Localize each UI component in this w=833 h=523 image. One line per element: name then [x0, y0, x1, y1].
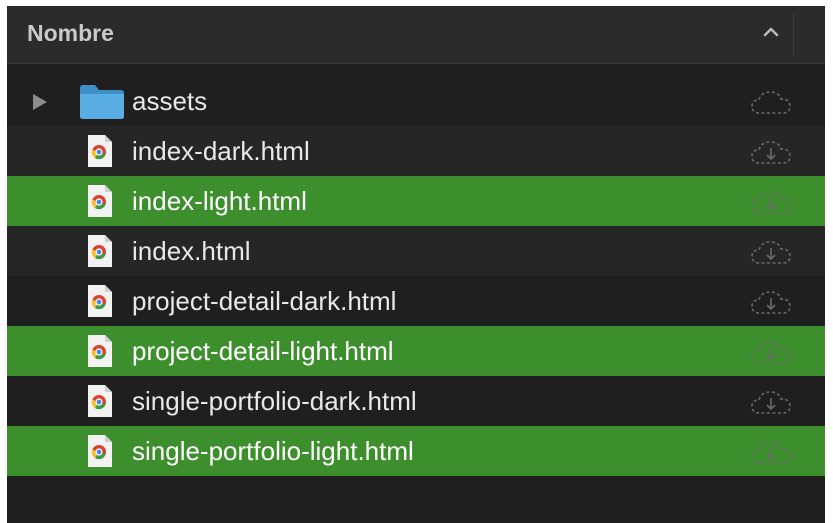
chrome-html-file-icon — [88, 435, 112, 467]
list-item-file[interactable]: project-detail-light.html — [7, 326, 825, 376]
cloud-download-icon[interactable] — [749, 137, 793, 167]
list-item-file[interactable]: single-portfolio-light.html — [7, 426, 825, 476]
file-name: single-portfolio-light.html — [132, 436, 414, 466]
list-item-file[interactable]: index-light.html — [7, 176, 825, 226]
file-list: assets index-dark.html index-light.html … — [7, 76, 825, 476]
file-name: project-detail-dark.html — [132, 286, 397, 316]
file-name: assets — [132, 86, 208, 116]
cloud-download-icon[interactable] — [749, 287, 793, 317]
cloud-download-icon[interactable] — [749, 387, 793, 417]
cloud-download-icon[interactable] — [749, 187, 793, 217]
chrome-html-file-icon — [88, 285, 112, 317]
file-name: index-dark.html — [132, 136, 310, 166]
list-item-assets[interactable]: assets — [7, 76, 825, 126]
chrome-html-file-icon — [88, 235, 112, 267]
column-header-name[interactable]: Nombre — [7, 6, 825, 64]
chrome-html-file-icon — [88, 385, 112, 417]
chevron-up-icon[interactable] — [759, 20, 783, 44]
file-name: index.html — [132, 236, 251, 266]
list-item-file[interactable]: single-portfolio-dark.html — [7, 376, 825, 426]
chrome-html-file-icon — [88, 185, 112, 217]
cloud-download-icon[interactable] — [749, 437, 793, 467]
chrome-html-file-icon — [88, 335, 112, 367]
list-item-file[interactable]: index-dark.html — [7, 126, 825, 176]
cloud-download-icon[interactable] — [749, 237, 793, 267]
disclosure-triangle-icon[interactable] — [32, 93, 48, 111]
chrome-html-file-icon — [88, 135, 112, 167]
folder-icon — [80, 85, 124, 119]
cloud-download-icon[interactable] — [749, 337, 793, 367]
list-item-file[interactable]: project-detail-dark.html — [7, 276, 825, 326]
column-header-label: Nombre — [27, 20, 114, 46]
file-name: single-portfolio-dark.html — [132, 386, 417, 416]
finder-list-view: Nombre assets index-dark.html index-ligh… — [7, 6, 825, 523]
file-name: project-detail-light.html — [132, 336, 394, 366]
file-name: index-light.html — [132, 186, 307, 216]
cloud-icon[interactable] — [749, 87, 793, 117]
list-item-file[interactable]: index.html — [7, 226, 825, 276]
column-divider[interactable] — [793, 14, 794, 56]
